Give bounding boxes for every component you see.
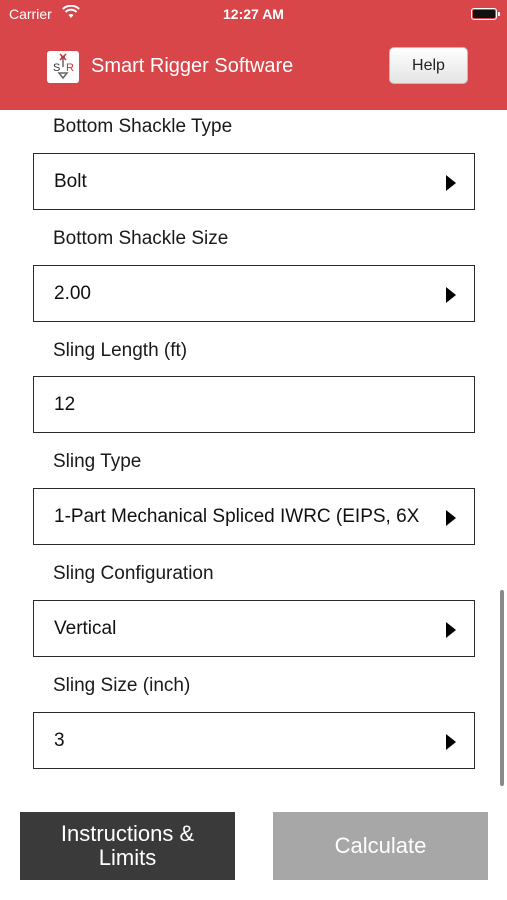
sling-size-label: Sling Size (inch) bbox=[53, 675, 191, 696]
rigging-form: Bottom Shackle Type Bolt Bottom Shackle … bbox=[0, 110, 507, 790]
disclosure-arrow-icon bbox=[446, 510, 456, 526]
sling-type-picker[interactable]: 1-Part Mechanical Spliced IWRC (EIPS, 6X bbox=[33, 488, 475, 545]
disclosure-arrow-icon bbox=[446, 287, 456, 303]
disclosure-arrow-icon bbox=[446, 734, 456, 750]
calculate-button[interactable]: Calculate bbox=[273, 812, 488, 880]
bottom-shackle-type-label: Bottom Shackle Type bbox=[53, 116, 233, 137]
sling-length-input[interactable]: 12 bbox=[33, 376, 475, 433]
bottom-shackle-size-label: Bottom Shackle Size bbox=[53, 228, 229, 249]
picker-value: Vertical bbox=[54, 618, 117, 639]
app-header: S R Smart Rigger Software Help bbox=[0, 28, 507, 110]
calculate-label: Calculate bbox=[334, 833, 427, 858]
disclosure-arrow-icon bbox=[446, 622, 456, 638]
bottom-shackle-size-picker[interactable]: 2.00 bbox=[33, 265, 475, 322]
picker-value: 1-Part Mechanical Spliced IWRC (EIPS, 6X bbox=[54, 506, 420, 527]
status-bar: Carrier 12:27 AM bbox=[0, 0, 507, 28]
sling-length-label: Sling Length (ft) bbox=[53, 340, 188, 361]
picker-value: 2.00 bbox=[54, 283, 91, 304]
help-button[interactable]: Help bbox=[389, 47, 468, 84]
picker-value: Bolt bbox=[54, 171, 87, 192]
input-value: 12 bbox=[54, 394, 76, 415]
disclosure-arrow-icon bbox=[446, 175, 456, 191]
vertical-scrollbar[interactable] bbox=[500, 590, 504, 786]
sling-configuration-picker[interactable]: Vertical bbox=[33, 600, 475, 657]
svg-text:S: S bbox=[53, 62, 60, 74]
picker-value: 3 bbox=[54, 730, 65, 751]
instructions-limits-label: Instructions & Limits bbox=[60, 821, 195, 870]
sling-configuration-label: Sling Configuration bbox=[53, 563, 214, 584]
sling-type-label: Sling Type bbox=[53, 451, 142, 472]
svg-text:R: R bbox=[66, 62, 74, 74]
sling-size-picker[interactable]: 3 bbox=[33, 712, 475, 769]
instructions-limits-button[interactable]: Instructions & Limits bbox=[20, 812, 235, 880]
app-logo-icon: S R bbox=[47, 51, 79, 83]
app-title: Smart Rigger Software bbox=[91, 55, 294, 77]
clock: 12:27 AM bbox=[223, 6, 284, 22]
battery-icon bbox=[471, 8, 500, 20]
bottom-shackle-type-picker[interactable]: Bolt bbox=[33, 153, 475, 210]
